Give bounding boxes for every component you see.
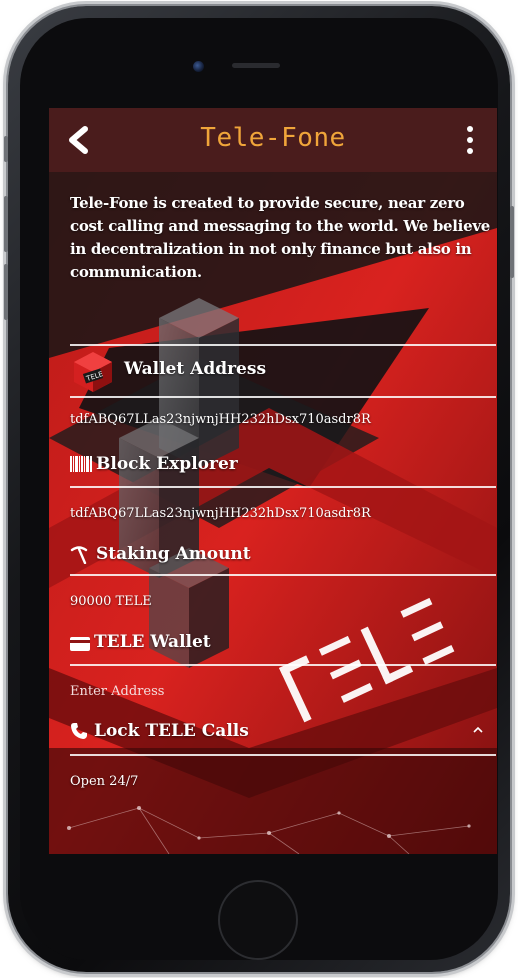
- credit-card-icon: [70, 637, 90, 651]
- pickaxe-icon: [70, 546, 88, 564]
- earpiece-speaker: [232, 63, 280, 68]
- tele-cube-logo-icon: TELE: [74, 352, 112, 392]
- lock-tele-calls-value: Open 24/7: [70, 774, 139, 789]
- more-vert-icon[interactable]: [465, 126, 475, 156]
- power-button: [510, 206, 514, 278]
- volume-down-button: [4, 264, 8, 320]
- intro-text: Tele-Fone is created to provide secure, …: [70, 194, 490, 281]
- app-screen: Tele-Fone Tele-Fone is created to provid…: [49, 108, 497, 854]
- back-arrow-icon[interactable]: [65, 126, 91, 154]
- block-explorer-title: Block Explorer: [96, 454, 238, 474]
- lock-tele-calls-title: Lock TELE Calls: [94, 721, 249, 741]
- app-title: Tele-Fone: [200, 123, 346, 153]
- wallet-address-title: Wallet Address: [124, 359, 267, 379]
- wallet-address-value: tdfABQ67LLas23njwnjHH232hDsx710asdr8R: [70, 412, 371, 427]
- phone-icon: [71, 723, 87, 739]
- staking-amount-header[interactable]: Staking Amount: [70, 536, 496, 576]
- volume-up-button: [4, 196, 8, 252]
- block-explorer-header[interactable]: Block Explorer: [70, 444, 496, 488]
- lock-tele-calls-section: Lock TELE Calls Open 24/7: [70, 712, 496, 789]
- staking-amount-section: Staking Amount 90000 TELE: [70, 536, 496, 609]
- main-content: Tele-Fone is created to provide secure, …: [49, 172, 497, 854]
- wallet-address-section: TELE Wallet Address tdfABQ67LLas23njwnjH…: [70, 344, 496, 427]
- home-button[interactable]: [218, 880, 298, 960]
- wallet-address-header[interactable]: TELE Wallet Address: [70, 344, 496, 398]
- tele-wallet-title: TELE Wallet: [94, 632, 211, 652]
- app-bar: Tele-Fone: [49, 108, 497, 172]
- front-camera: [193, 61, 204, 72]
- lock-tele-calls-header[interactable]: Lock TELE Calls: [70, 712, 496, 756]
- staking-amount-title: Staking Amount: [96, 544, 251, 564]
- tele-wallet-address-input[interactable]: [70, 680, 470, 702]
- tele-wallet-section: TELE Wallet: [70, 624, 496, 702]
- staking-amount-value: 90000 TELE: [70, 594, 152, 609]
- barcode-icon: [70, 456, 92, 472]
- tele-wallet-header[interactable]: TELE Wallet: [70, 624, 496, 666]
- mute-switch: [4, 136, 8, 162]
- chevron-up-icon[interactable]: [472, 724, 484, 736]
- block-explorer-section: Block Explorer tdfABQ67LLas23njwnjHH232h…: [70, 444, 496, 521]
- block-explorer-value: tdfABQ67LLas23njwnjHH232hDsx710asdr8R: [70, 506, 371, 521]
